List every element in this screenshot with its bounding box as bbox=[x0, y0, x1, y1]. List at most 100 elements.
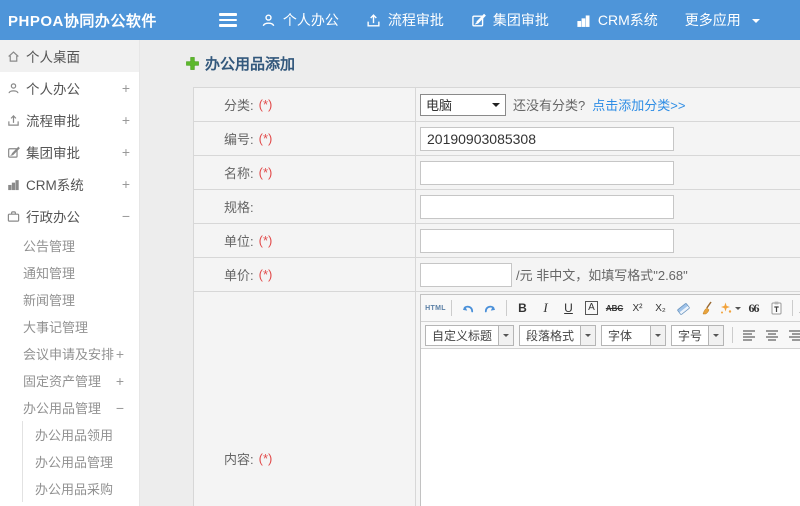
expander[interactable]: + bbox=[119, 80, 133, 96]
topnav-item-process-approval[interactable]: 流程审批 bbox=[366, 10, 444, 30]
html-source-button[interactable]: HTML bbox=[425, 298, 446, 319]
flow-icon bbox=[367, 13, 380, 27]
align-center-button[interactable] bbox=[761, 325, 782, 346]
clipboard-icon bbox=[771, 301, 782, 315]
category-hint: 还没有分类? bbox=[513, 98, 586, 113]
paste-word-button[interactable] bbox=[766, 298, 787, 319]
form-row-category: 分类: (*) 电脑 还没有分类? 点击添加分类>> bbox=[194, 88, 800, 122]
sn-input[interactable] bbox=[420, 126, 674, 151]
sidebar-subitem-notices[interactable]: 通知管理 bbox=[0, 259, 139, 286]
expander[interactable]: + bbox=[119, 144, 133, 160]
sidebar-subitem-supplies-manage[interactable]: 办公用品管理 bbox=[23, 448, 139, 475]
home-icon bbox=[8, 50, 19, 62]
category-label: 分类: bbox=[224, 98, 254, 113]
category-select[interactable]: 电脑 bbox=[420, 93, 506, 116]
form-row-sn: 编号: (*) bbox=[194, 122, 800, 156]
sidebar-item-personal-office[interactable]: 个人办公 + bbox=[0, 72, 139, 104]
required-mark: (*) bbox=[258, 131, 273, 146]
redo-icon bbox=[484, 305, 496, 313]
user-icon bbox=[262, 13, 275, 26]
user-icon bbox=[8, 82, 19, 93]
blockquote-button[interactable]: 66 bbox=[743, 298, 764, 319]
sidebar-subitem-news[interactable]: 新闻管理 bbox=[0, 286, 139, 313]
add-icon bbox=[186, 56, 199, 70]
unit-input[interactable] bbox=[420, 228, 674, 253]
font-family-dropdown[interactable]: 字体 bbox=[601, 324, 667, 346]
auto-format-button[interactable] bbox=[719, 298, 741, 319]
sidebar-subitem-fixed-assets[interactable]: 固定资产管理 + bbox=[0, 367, 139, 394]
caret-down-icon bbox=[503, 333, 510, 340]
caret-down-icon bbox=[713, 333, 720, 340]
expander[interactable]: + bbox=[119, 112, 133, 128]
magic-wand-icon bbox=[721, 302, 732, 313]
sidebar-item-crm[interactable]: CRM系统 + bbox=[0, 168, 139, 200]
undo-icon bbox=[462, 305, 474, 313]
required-mark: (*) bbox=[258, 450, 273, 466]
required-mark: (*) bbox=[258, 97, 273, 112]
italic-button[interactable]: I bbox=[535, 298, 556, 319]
expander[interactable]: + bbox=[119, 176, 133, 192]
main-content: 办公用品添加 分类: (*) 电脑 还没有分类? 点击添加分类>> 编号: (*… bbox=[140, 40, 800, 506]
required-mark: (*) bbox=[258, 233, 273, 248]
sidebar-item-group-approval[interactable]: 集团审批 + bbox=[0, 136, 139, 168]
page-title-row: 办公用品添加 bbox=[186, 53, 800, 73]
required-mark: (*) bbox=[258, 267, 273, 282]
expander[interactable]: + bbox=[113, 373, 127, 389]
sidebar-item-admin-office[interactable]: 行政办公 − bbox=[0, 200, 139, 232]
sidebar-subitem-memorabilia[interactable]: 大事记管理 bbox=[0, 313, 139, 340]
subscript-button[interactable]: X₂ bbox=[650, 298, 671, 319]
required-mark: (*) bbox=[258, 165, 273, 180]
expander[interactable]: − bbox=[119, 208, 133, 224]
editor-content[interactable] bbox=[421, 349, 800, 506]
redo-button[interactable] bbox=[480, 298, 501, 319]
font-size-dropdown[interactable]: 字号 bbox=[671, 324, 725, 346]
sidebar-item-desktop[interactable]: 个人桌面 bbox=[0, 40, 139, 72]
topnav-item-crm[interactable]: CRM系统 bbox=[576, 10, 658, 30]
name-label: 名称: bbox=[224, 166, 254, 181]
caret-down-icon bbox=[585, 333, 592, 340]
sidebar-subitem-announcements[interactable]: 公告管理 bbox=[0, 232, 139, 259]
office-supplies-submenu: 办公用品领用 办公用品管理 办公用品采购 bbox=[22, 421, 139, 502]
form-row-unit: 单位: (*) bbox=[194, 224, 800, 258]
topnav-item-personal-office[interactable]: 个人办公 bbox=[261, 10, 339, 30]
paragraph-format-dropdown[interactable]: 段落格式 bbox=[519, 324, 597, 346]
name-input[interactable] bbox=[420, 160, 674, 185]
expander[interactable]: − bbox=[113, 400, 127, 416]
underline-button[interactable]: U bbox=[558, 298, 579, 319]
align-left-icon bbox=[742, 329, 755, 341]
caret-down-icon bbox=[735, 307, 741, 313]
custom-title-dropdown[interactable]: 自定义标题 bbox=[425, 324, 515, 346]
topnav-item-more-apps[interactable]: 更多应用 bbox=[685, 10, 760, 30]
content-label: 内容: bbox=[224, 451, 254, 467]
price-suffix: /元 非中文，如填写格式"2.68" bbox=[516, 268, 688, 283]
undo-button[interactable] bbox=[457, 298, 478, 319]
page-title: 办公用品添加 bbox=[205, 55, 296, 73]
sidebar-subitem-supplies-purchase[interactable]: 办公用品采购 bbox=[23, 475, 139, 502]
format-painter-button[interactable] bbox=[696, 298, 717, 319]
align-left-button[interactable] bbox=[738, 325, 759, 346]
font-border-button[interactable]: A bbox=[581, 298, 602, 319]
sidebar-item-process-approval[interactable]: 流程审批 + bbox=[0, 104, 139, 136]
superscript-button[interactable]: X² bbox=[627, 298, 648, 319]
align-right-button[interactable] bbox=[784, 325, 800, 346]
remove-format-button[interactable] bbox=[673, 298, 694, 319]
add-category-link[interactable]: 点击添加分类>> bbox=[592, 95, 685, 114]
sidebar-subitem-supplies-claim[interactable]: 办公用品领用 bbox=[23, 421, 139, 448]
form-row-name: 名称: (*) bbox=[194, 156, 800, 190]
flow-icon bbox=[8, 114, 19, 126]
app-logo: PHPOA协同办公软件 bbox=[8, 12, 157, 30]
strikethrough-button[interactable]: ABC bbox=[604, 298, 625, 319]
bold-button[interactable]: B bbox=[512, 298, 533, 319]
sidebar-subitem-office-supplies[interactable]: 办公用品管理 − bbox=[0, 394, 139, 421]
broom-icon bbox=[702, 301, 712, 315]
expander[interactable]: + bbox=[113, 346, 127, 362]
topnav-item-group-approval[interactable]: 集团审批 bbox=[471, 10, 549, 30]
editor-toolbar-row1: HTML B I U A ABC X² X₂ 66 bbox=[421, 295, 800, 322]
price-input[interactable] bbox=[420, 262, 512, 287]
chart-icon bbox=[8, 179, 19, 190]
chart-icon bbox=[577, 14, 590, 27]
sidebar-subitem-meetings[interactable]: 会议申请及安排 + bbox=[0, 340, 139, 367]
spec-input[interactable] bbox=[420, 194, 674, 219]
menu-toggle-button[interactable] bbox=[218, 13, 237, 27]
sidebar: 个人桌面 个人办公 + 流程审批 + 集团审批 + CRM系统 + 行政办公 −… bbox=[0, 40, 140, 506]
